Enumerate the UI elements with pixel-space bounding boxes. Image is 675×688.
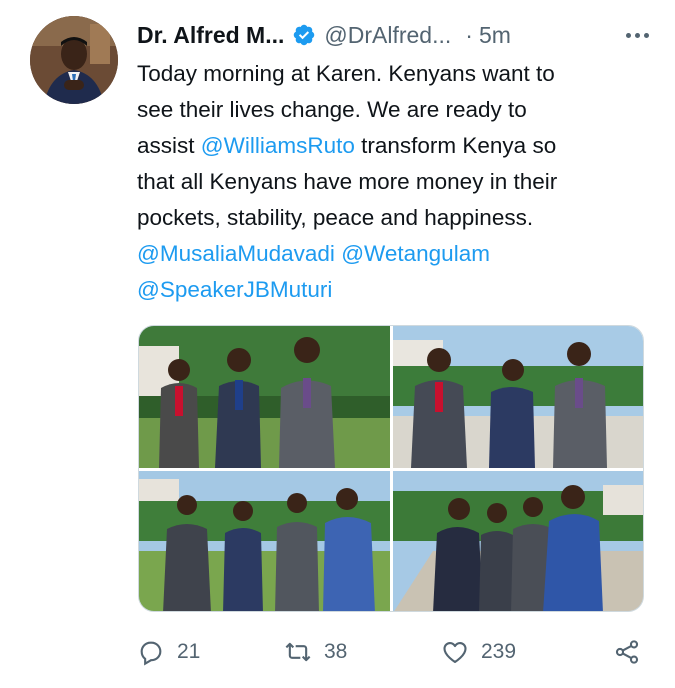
mention-link[interactable]: @Wetangulam [341,241,490,266]
tweet-text-segment: assist [137,133,201,158]
more-options-icon[interactable] [626,18,649,52]
tweet-photo-1[interactable] [139,326,390,468]
tweet-text-segment: see their lives change. We are ready to [137,97,527,122]
mention-link[interactable]: @SpeakerJBMuturi [137,277,332,302]
mention-link[interactable]: @WilliamsRuto [201,133,355,158]
verified-badge-icon [294,24,315,46]
like-button[interactable]: 239 [441,634,516,670]
like-count: 239 [481,640,517,663]
tweet-text-line: pockets, stability, peace and happiness. [137,200,657,236]
tweet-actions: 21 38 239 [137,634,647,670]
tweet-photo-4[interactable] [393,471,643,611]
author-handle[interactable]: @DrAlfred... [324,22,451,49]
tweet-text-line: assist @WilliamsRuto transform Kenya so [137,128,657,164]
reply-button[interactable]: 21 [137,634,200,670]
separator-dot: · [465,21,473,48]
retweet-count: 38 [324,640,348,663]
tweet-text-line: that all Kenyans have more money in thei… [137,164,657,200]
share-button[interactable] [613,634,641,670]
retweet-button[interactable]: 38 [284,634,347,670]
tweet-text-segment: Today morning at Karen. Kenyans want to [137,61,555,86]
author-avatar[interactable] [30,16,118,104]
tweet-text-line: @SpeakerJBMuturi [137,272,657,308]
reply-count: 21 [177,640,201,663]
tweet-text-line: @MusaliaMudavadi @Wetangulam [137,236,657,272]
avatar-image [30,16,118,104]
mention-link[interactable]: @MusaliaMudavadi [137,241,335,266]
tweet-text-segment: pockets, stability, peace and happiness. [137,205,534,230]
tweet-text-line: see their lives change. We are ready to [137,92,657,128]
tweet-photo-3[interactable] [139,471,390,611]
tweet-header: Dr. Alfred M... @DrAlfred... · 5m [137,18,649,52]
tweet-text-segment: transform Kenya so [354,133,557,158]
share-icon [615,640,639,664]
reply-icon [140,641,162,666]
heart-icon [443,641,467,663]
tweet-text: Today morning at Karen. Kenyans want to s… [137,56,657,308]
tweet-media-grid [138,325,644,612]
tweet-text-segment: that all Kenyans have more money in thei… [137,169,558,194]
retweet-icon [285,642,311,662]
tweet-timestamp[interactable]: 5m [479,22,511,49]
author-name[interactable]: Dr. Alfred M... [137,22,284,49]
tweet-photo-2[interactable] [393,326,643,468]
tweet-text-line: Today morning at Karen. Kenyans want to [137,56,657,92]
